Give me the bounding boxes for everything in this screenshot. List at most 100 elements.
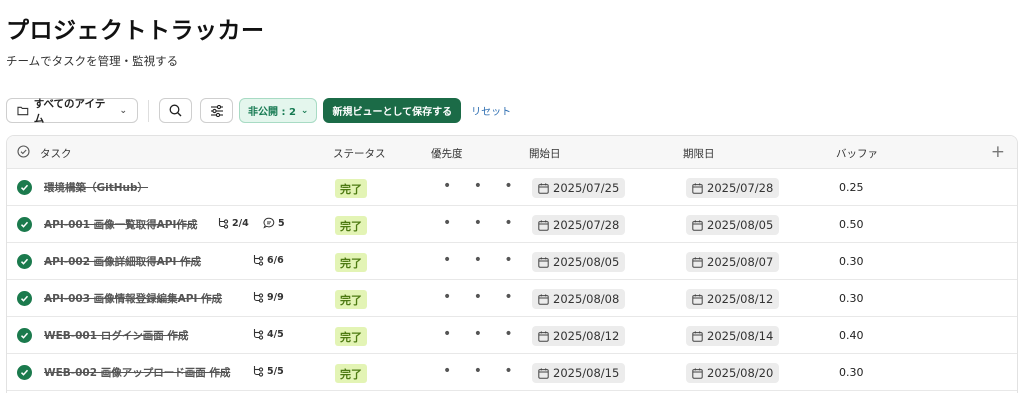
subtask-count[interactable]: 9/9: [252, 291, 284, 303]
task-name[interactable]: API-003 画像情報登録編集API 作成: [44, 291, 222, 306]
table-row[interactable]: API-001 画像一覧取得API作成 2/4 5 完了 • • • 2025/…: [7, 206, 1017, 243]
subtask-icon: [218, 218, 229, 229]
column-header-status[interactable]: ステータス: [333, 146, 386, 161]
table-row[interactable]: API-003 画像情報登録編集API 作成 9/9 完了 • • • 2025…: [7, 280, 1017, 317]
column-header-buffer[interactable]: バッファ: [836, 146, 878, 161]
start-date[interactable]: 2025/08/15: [532, 363, 626, 383]
filter-chip[interactable]: 非公開 : 2 ⌄: [239, 98, 318, 123]
due-date-value: 2025/08/20: [707, 366, 774, 380]
column-header-task[interactable]: タスク: [40, 146, 72, 161]
calendar-icon: [692, 367, 703, 379]
comment-count[interactable]: 5: [263, 217, 285, 229]
start-date[interactable]: 2025/08/05: [532, 252, 626, 272]
add-column-icon[interactable]: +: [991, 142, 1005, 162]
comment-count-value: 5: [278, 217, 285, 229]
status-badge[interactable]: 完了: [335, 179, 367, 198]
due-date[interactable]: 2025/08/20: [686, 363, 780, 383]
priority-dots[interactable]: • • •: [443, 326, 522, 342]
reset-link[interactable]: リセット: [471, 103, 511, 118]
toolbar-divider: [148, 99, 149, 122]
start-date[interactable]: 2025/08/12: [532, 326, 626, 346]
view-select[interactable]: すべてのアイテム ⌄: [6, 98, 138, 125]
task-name[interactable]: 環境構築（GitHub）: [44, 180, 148, 195]
page-subtitle: チームでタスクを管理・監視する: [6, 54, 179, 68]
subtask-count[interactable]: 6/6: [252, 254, 284, 266]
start-date-value: 2025/08/05: [553, 255, 620, 269]
check-circle-icon[interactable]: [17, 365, 32, 380]
subtask-count[interactable]: 4/5: [252, 328, 284, 340]
filter-chip-label: 非公開 : 2: [248, 107, 296, 118]
task-name[interactable]: API-001 画像一覧取得API作成: [44, 217, 197, 232]
comment-icon: [263, 217, 275, 229]
check-circle-icon[interactable]: [17, 254, 32, 269]
status-badge[interactable]: 完了: [335, 253, 367, 272]
due-date-value: 2025/08/12: [707, 292, 774, 306]
start-date[interactable]: 2025/07/28: [532, 215, 626, 235]
check-circle-icon[interactable]: [17, 328, 32, 343]
due-date[interactable]: 2025/07/28: [686, 178, 780, 198]
due-date-value: 2025/08/07: [707, 255, 774, 269]
start-date-value: 2025/08/15: [553, 366, 620, 380]
subtask-icon: [253, 329, 264, 340]
priority-dots[interactable]: • • •: [443, 289, 522, 305]
subtask-count[interactable]: 2/4: [217, 217, 249, 229]
calendar-icon: [692, 293, 703, 305]
save-view-button[interactable]: 新規ビューとして保存する: [323, 98, 462, 123]
due-date-value: 2025/07/28: [707, 181, 774, 195]
due-date[interactable]: 2025/08/14: [686, 326, 780, 346]
subtask-count[interactable]: 5/5: [252, 365, 284, 377]
start-date-value: 2025/08/08: [553, 292, 620, 306]
column-header-start[interactable]: 開始日: [529, 146, 561, 161]
priority-dots[interactable]: • • •: [443, 178, 522, 194]
task-name[interactable]: API-002 画像詳細取得API 作成: [44, 254, 201, 269]
select-all-icon[interactable]: [17, 145, 30, 161]
buffer-value[interactable]: 0.30: [839, 366, 864, 379]
table-row[interactable]: WEB-001 ログイン画面 作成 4/5 完了 • • • 2025/08/1…: [7, 317, 1017, 354]
buffer-value[interactable]: 0.50: [839, 218, 864, 231]
filter-settings-button[interactable]: [200, 98, 233, 123]
status-badge[interactable]: 完了: [335, 364, 367, 383]
start-date[interactable]: 2025/07/25: [532, 178, 626, 198]
start-date-value: 2025/07/25: [553, 181, 620, 195]
start-date[interactable]: 2025/08/08: [532, 289, 626, 309]
task-name[interactable]: WEB-001 ログイン画面 作成: [44, 328, 188, 343]
calendar-icon: [692, 219, 703, 231]
due-date-value: 2025/08/05: [707, 218, 774, 232]
search-button[interactable]: [159, 98, 192, 123]
check-circle-icon[interactable]: [17, 180, 32, 195]
calendar-icon: [538, 293, 549, 305]
due-date[interactable]: 2025/08/05: [686, 215, 780, 235]
calendar-icon: [538, 219, 549, 231]
calendar-icon: [538, 256, 549, 268]
buffer-value[interactable]: 0.25: [839, 181, 864, 194]
subtask-count-value: 9/9: [267, 291, 284, 303]
subtask-icon: [253, 292, 264, 303]
due-date[interactable]: 2025/08/12: [686, 289, 780, 309]
due-date[interactable]: 2025/08/07: [686, 252, 780, 272]
check-circle-icon[interactable]: [17, 291, 32, 306]
buffer-value[interactable]: 0.30: [839, 292, 864, 305]
task-name[interactable]: WEB-002 画像アップロード画面 作成: [44, 365, 230, 380]
calendar-icon: [538, 182, 549, 194]
status-badge[interactable]: 完了: [335, 290, 367, 309]
calendar-icon: [692, 330, 703, 342]
table-row[interactable]: API-002 画像詳細取得API 作成 6/6 完了 • • • 2025/0…: [7, 243, 1017, 280]
calendar-icon: [692, 256, 703, 268]
chevron-down-icon: ⌄: [300, 105, 309, 116]
table-row[interactable]: WEB-002 画像アップロード画面 作成 5/5 完了 • • • 2025/…: [7, 354, 1017, 391]
table-row[interactable]: 環境構築（GitHub） 完了 • • • 2025/07/25 2025/07…: [7, 169, 1017, 206]
due-date-value: 2025/08/14: [707, 329, 774, 343]
chevron-down-icon: ⌄: [119, 105, 127, 116]
folder-icon: [17, 106, 29, 116]
check-circle-icon[interactable]: [17, 217, 32, 232]
status-badge[interactable]: 完了: [335, 216, 367, 235]
column-header-priority[interactable]: 優先度: [431, 146, 463, 161]
search-icon: [169, 104, 182, 117]
buffer-value[interactable]: 0.30: [839, 255, 864, 268]
buffer-value[interactable]: 0.40: [839, 329, 864, 342]
priority-dots[interactable]: • • •: [443, 215, 522, 231]
status-badge[interactable]: 完了: [335, 327, 367, 346]
priority-dots[interactable]: • • •: [443, 363, 522, 379]
column-header-due[interactable]: 期限日: [683, 146, 715, 161]
priority-dots[interactable]: • • •: [443, 252, 522, 268]
